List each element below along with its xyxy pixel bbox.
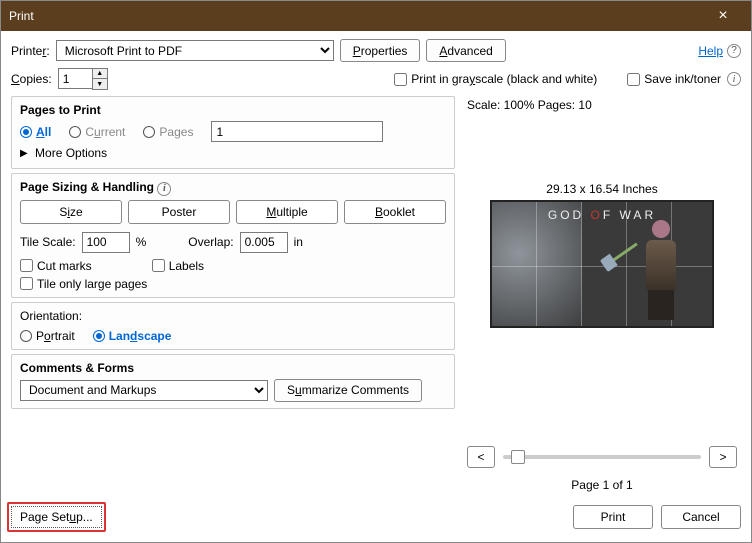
labels-checkbox[interactable]: Labels bbox=[152, 259, 204, 273]
tilescale-input[interactable] bbox=[82, 232, 130, 253]
page-setup-highlight: Page Setup... bbox=[7, 502, 106, 532]
size-button[interactable]: Size bbox=[20, 200, 122, 224]
prev-page-button[interactable]: < bbox=[467, 446, 495, 468]
cancel-button[interactable]: Cancel bbox=[661, 505, 741, 529]
close-icon[interactable]: × bbox=[703, 7, 743, 25]
chevron-right-icon: ▶ bbox=[20, 148, 28, 159]
copies-down-icon[interactable]: ▼ bbox=[93, 79, 107, 89]
copies-stepper[interactable]: ▲▼ bbox=[58, 68, 108, 90]
help-link[interactable]: Help? bbox=[698, 44, 741, 58]
page-indicator: Page 1 of 1 bbox=[467, 478, 737, 492]
summarize-comments-button[interactable]: Summarize Comments bbox=[274, 379, 422, 402]
copies-label: Copies: bbox=[11, 72, 52, 86]
dimensions-label: 29.13 x 16.54 Inches bbox=[467, 182, 737, 196]
booklet-button[interactable]: Booklet bbox=[344, 200, 446, 224]
pages-current-radio[interactable]: Current bbox=[69, 125, 125, 139]
properties-button[interactable]: Properties bbox=[340, 39, 421, 62]
pages-heading: Pages to Print bbox=[20, 103, 446, 117]
info-icon[interactable]: i bbox=[727, 72, 741, 86]
cutmarks-checkbox[interactable]: Cut marks bbox=[20, 259, 92, 273]
pages-range-input[interactable] bbox=[211, 121, 383, 142]
print-dialog: Print × Printer: Microsoft Print to PDF … bbox=[0, 0, 752, 543]
tileonly-checkbox[interactable]: Tile only large pages bbox=[20, 277, 446, 291]
portrait-radio[interactable]: Portrait bbox=[20, 329, 75, 343]
help-icon: ? bbox=[727, 44, 741, 58]
print-button[interactable]: Print bbox=[573, 505, 653, 529]
grayscale-checkbox[interactable]: Print in grayscale (black and white) bbox=[394, 72, 597, 86]
sizing-heading: Page Sizing & Handling i bbox=[20, 180, 446, 196]
landscape-radio[interactable]: Landscape bbox=[93, 329, 172, 343]
printer-label: Printer: bbox=[11, 44, 50, 58]
slider-thumb[interactable] bbox=[511, 450, 525, 464]
next-page-button[interactable]: > bbox=[709, 446, 737, 468]
pages-to-print-section: Pages to Print All Current Pages ▶ More … bbox=[11, 96, 455, 169]
comments-select[interactable]: Document and Markups bbox=[20, 380, 268, 401]
poster-button[interactable]: Poster bbox=[128, 200, 230, 224]
page-sizing-section: Page Sizing & Handling i Size Poster Mul… bbox=[11, 173, 455, 298]
overlap-input[interactable] bbox=[240, 232, 288, 253]
advanced-button[interactable]: Advanced bbox=[426, 39, 505, 62]
preview-slider[interactable] bbox=[503, 455, 701, 459]
page-preview: GOD OF WAR bbox=[490, 200, 714, 328]
orientation-section: Orientation: Portrait Landscape bbox=[11, 302, 455, 350]
copies-input[interactable] bbox=[58, 68, 92, 89]
more-options-toggle[interactable]: ▶ More Options bbox=[20, 146, 446, 160]
orientation-heading: Orientation: bbox=[20, 309, 446, 323]
save-ink-checkbox[interactable]: Save ink/toner bbox=[627, 72, 721, 86]
printer-select[interactable]: Microsoft Print to PDF bbox=[56, 40, 334, 61]
page-setup-button[interactable]: Page Setup... bbox=[11, 506, 102, 528]
titlebar: Print × bbox=[1, 1, 751, 31]
pages-range-radio[interactable]: Pages bbox=[143, 125, 193, 139]
overlap-label: Overlap: bbox=[188, 235, 233, 249]
info-icon[interactable]: i bbox=[157, 182, 171, 196]
comments-section: Comments & Forms Document and Markups Su… bbox=[11, 354, 455, 409]
multiple-button[interactable]: Multiple bbox=[236, 200, 338, 224]
tilescale-label: Tile Scale: bbox=[20, 235, 76, 249]
preview-pane: Scale: 100% Pages: 10 29.13 x 16.54 Inch… bbox=[463, 96, 741, 494]
scale-label: Scale: 100% Pages: 10 bbox=[467, 98, 737, 112]
comments-heading: Comments & Forms bbox=[20, 361, 446, 375]
window-title: Print bbox=[9, 9, 703, 23]
pages-all-radio[interactable]: All bbox=[20, 125, 51, 139]
copies-up-icon[interactable]: ▲ bbox=[93, 69, 107, 79]
